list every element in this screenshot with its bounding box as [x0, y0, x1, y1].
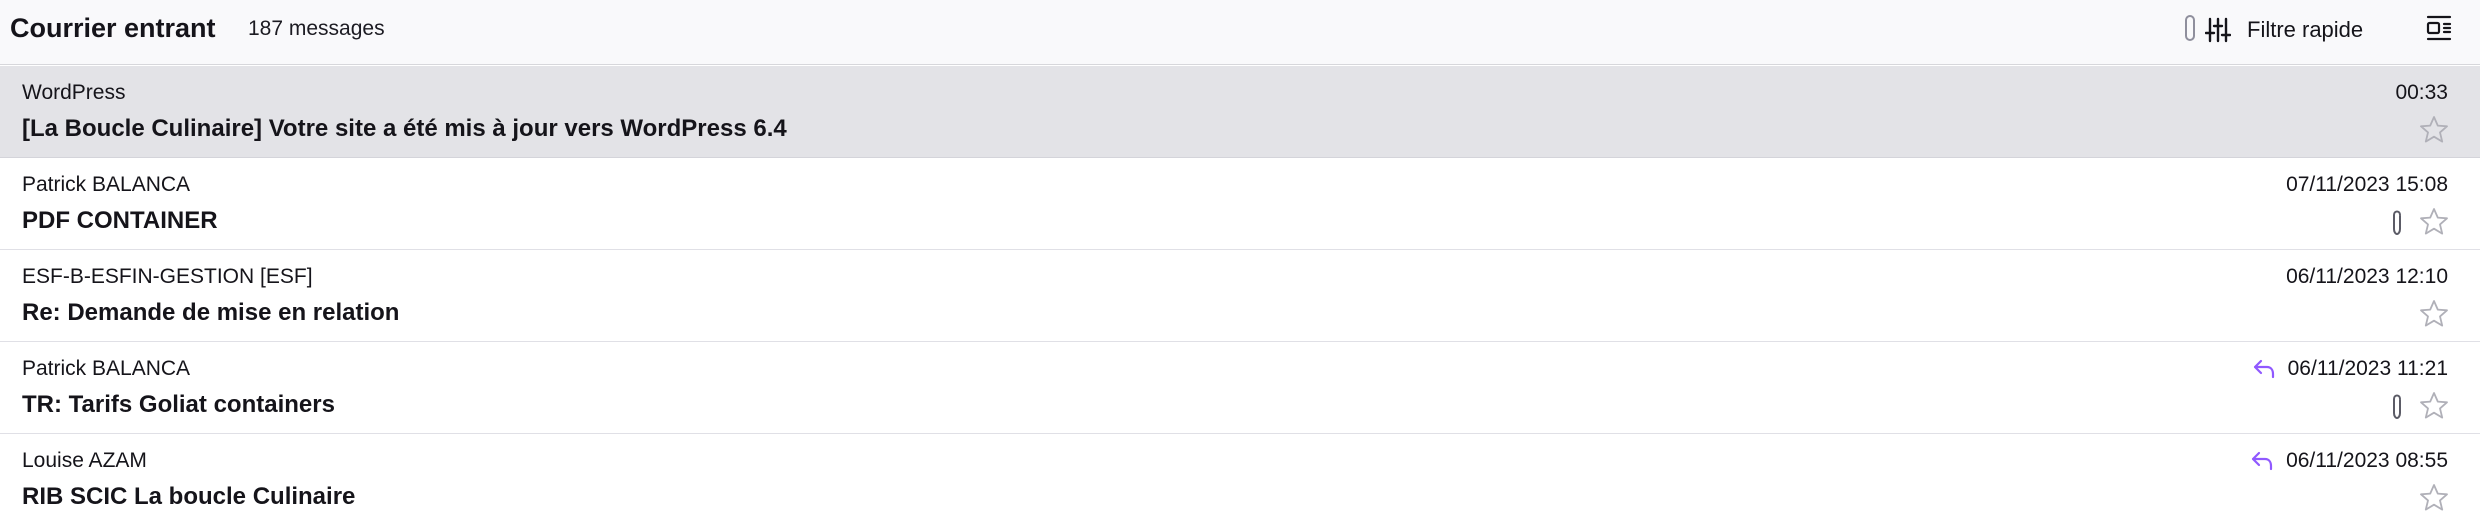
message-subject: RIB SCIC La boucle Culinaire	[22, 483, 356, 510]
quick-filter-label: Filtre rapide	[2247, 17, 2364, 42]
message-row[interactable]: Patrick BALANCA PDF CONTAINER 07/11/2023 1…	[0, 158, 2480, 250]
message-subject: Re: Demande de mise en relation	[22, 299, 400, 326]
star-icon[interactable]	[2418, 206, 2450, 238]
folder-name: Courrier entrant	[10, 13, 216, 43]
message-sender: ESF-B-ESFIN-GESTION [ESF]	[22, 265, 313, 288]
message-row[interactable]: Louise AZAM RIB SCIC La boucle Culinaire 0…	[0, 434, 2480, 526]
message-date: 06/11/2023 08:55	[2286, 449, 2448, 472]
replied-icon	[2250, 450, 2274, 472]
thread-pane-header: Courrier entrant 187 messages Filtre rap…	[0, 0, 2480, 65]
message-date: 06/11/2023 11:21	[2287, 357, 2448, 380]
message-row[interactable]: WordPress [La Boucle Culinaire] Votre sit…	[0, 66, 2480, 158]
star-icon[interactable]	[2418, 298, 2450, 330]
message-sender: Patrick BALANCA	[22, 173, 191, 196]
message-date: 00:33	[2395, 81, 2448, 104]
replied-icon	[2252, 358, 2276, 380]
message-count: 187 messages	[248, 17, 385, 40]
message-date: 07/11/2023 15:08	[2286, 173, 2448, 196]
message-row[interactable]: ESF-B-ESFIN-GESTION [ESF] Re: Demande de …	[0, 250, 2480, 342]
message-list: WordPress [La Boucle Culinaire] Votre sit…	[0, 66, 2480, 526]
paperclip-icon	[2388, 392, 2406, 422]
message-sender: WordPress	[22, 81, 126, 104]
message-subject: TR: Tarifs Goliat containers	[22, 391, 335, 418]
quick-filter-button[interactable]: Filtre rapide	[2205, 10, 2385, 50]
message-sender: Louise AZAM	[22, 449, 147, 472]
list-layout-icon[interactable]	[2425, 14, 2453, 42]
paperclip-icon	[2388, 208, 2406, 238]
star-icon[interactable]	[2418, 390, 2450, 422]
message-subject: PDF CONTAINER	[22, 207, 218, 234]
message-subject: [La Boucle Culinaire] Votre site a été m…	[22, 115, 787, 142]
quick-filter-toggle[interactable]	[2185, 15, 2195, 41]
star-icon[interactable]	[2418, 114, 2450, 146]
sliders-icon	[2205, 17, 2231, 43]
message-row[interactable]: Patrick BALANCA TR: Tarifs Goliat contain…	[0, 342, 2480, 434]
message-date: 06/11/2023 12:10	[2286, 265, 2448, 288]
star-icon[interactable]	[2418, 482, 2450, 514]
message-sender: Patrick BALANCA	[22, 357, 191, 380]
